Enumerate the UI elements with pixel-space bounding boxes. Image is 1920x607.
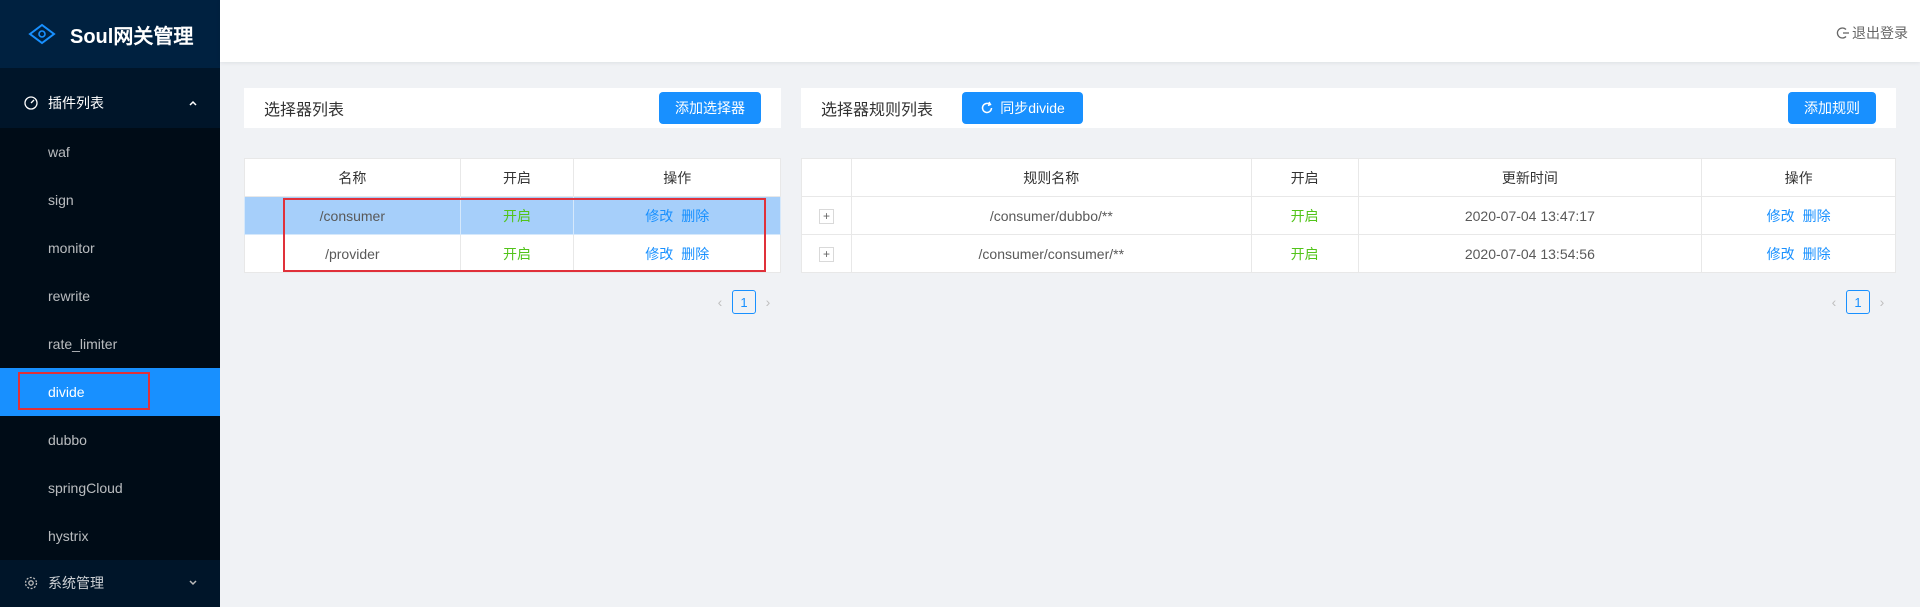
sidebar-item-label: rewrite	[48, 288, 91, 304]
page-number[interactable]: 1	[1846, 290, 1870, 314]
header: 退出登录	[220, 0, 1920, 62]
enabled-status: 开启	[1250, 234, 1359, 273]
sidebar-item-waf[interactable]: waf	[0, 128, 220, 176]
sidebar-item-label: sign	[48, 192, 74, 208]
rule-pagination: ‹ 1 ›	[1826, 290, 1890, 314]
column-header-enabled: 开启	[459, 158, 575, 197]
selector-panel-title: 选择器列表	[264, 102, 345, 119]
logout-link[interactable]: 退出登录	[1836, 23, 1908, 43]
logout-icon	[1836, 27, 1849, 39]
rule-name: /consumer/dubbo/**	[850, 196, 1252, 235]
column-header-name: 名称	[244, 158, 461, 197]
next-page-icon[interactable]: ›	[1874, 294, 1890, 310]
highlight-box	[283, 198, 766, 272]
logo-icon	[28, 23, 56, 45]
sidebar-item-label: springCloud	[48, 480, 123, 496]
sync-divide-button[interactable]: 同步divide	[962, 92, 1083, 124]
column-header-actions: 操作	[1701, 158, 1896, 197]
expand-row-icon[interactable]: +	[818, 209, 834, 224]
delete-link[interactable]: 删除	[1803, 208, 1831, 224]
table-row: + /consumer/dubbo/** 开启 2020-07-04 13:47…	[801, 196, 1896, 235]
logout-label: 退出登录	[1852, 25, 1908, 41]
column-header-updated: 更新时间	[1357, 158, 1703, 197]
prev-page-icon[interactable]: ‹	[712, 294, 728, 310]
logo: Soul网关管理	[0, 0, 220, 68]
add-selector-button[interactable]: 添加选择器	[659, 92, 761, 124]
expand-cell: +	[801, 234, 852, 273]
plugin-list-menu[interactable]: 插件列表	[0, 78, 220, 128]
add-rule-button[interactable]: 添加规则	[1788, 92, 1876, 124]
rule-table: 规则名称 开启 更新时间 操作 + /consumer/dubbo/** 开启 …	[801, 158, 1896, 273]
system-management-menu[interactable]: 系统管理	[0, 560, 220, 606]
sidebar-item-dubbo[interactable]: dubbo	[0, 416, 220, 464]
chevron-up-icon	[186, 96, 200, 110]
sync-icon	[981, 101, 993, 114]
page-number[interactable]: 1	[732, 290, 756, 314]
edit-link[interactable]: 修改	[1767, 208, 1795, 224]
selector-pagination: ‹ 1 ›	[712, 290, 776, 314]
gear-icon	[24, 576, 38, 590]
dashboard-icon	[24, 96, 38, 110]
system-management-label: 系统管理	[48, 575, 104, 591]
sidebar-item-label: rate_limiter	[48, 336, 118, 352]
next-page-icon[interactable]: ›	[760, 294, 776, 310]
expand-row-icon[interactable]: +	[818, 247, 834, 262]
edit-link[interactable]: 修改	[1767, 246, 1795, 262]
sidebar-item-label: hystrix	[48, 528, 89, 544]
expand-cell: +	[801, 196, 852, 235]
plugin-list-label: 插件列表	[48, 95, 104, 111]
sidebar-item-sign[interactable]: sign	[0, 176, 220, 224]
plugin-submenu: waf sign monitor rewrite rate_limiter di…	[0, 128, 220, 560]
sidebar-item-monitor[interactable]: monitor	[0, 224, 220, 272]
delete-link[interactable]: 删除	[1803, 246, 1831, 262]
chevron-down-icon	[186, 576, 200, 590]
enabled-status: 开启	[1250, 196, 1359, 235]
sidebar-item-rewrite[interactable]: rewrite	[0, 272, 220, 320]
actions-cell: 修改 删除	[1701, 234, 1896, 273]
sidebar-item-springcloud[interactable]: springCloud	[0, 464, 220, 512]
sidebar-item-label: monitor	[48, 240, 95, 256]
actions-cell: 修改 删除	[1701, 196, 1896, 235]
sidebar: Soul网关管理 插件列表 waf sign monitor rewrite r…	[0, 0, 220, 607]
column-header-enabled: 开启	[1250, 158, 1359, 197]
table-header-row: 规则名称 开启 更新时间 操作	[801, 158, 1896, 197]
table-row: + /consumer/consumer/** 开启 2020-07-04 13…	[801, 234, 1896, 273]
rule-panel-title: 选择器规则列表	[821, 102, 934, 119]
sidebar-item-hystrix[interactable]: hystrix	[0, 512, 220, 560]
updated-time: 2020-07-04 13:47:17	[1357, 196, 1703, 235]
column-header-expand	[801, 158, 852, 197]
updated-time: 2020-07-04 13:54:56	[1357, 234, 1703, 273]
sidebar-item-rate-limiter[interactable]: rate_limiter	[0, 320, 220, 368]
sidebar-item-label: waf	[48, 144, 70, 160]
prev-page-icon[interactable]: ‹	[1826, 294, 1842, 310]
sync-divide-label: 同步divide	[1000, 100, 1065, 116]
table-header-row: 名称 开启 操作	[244, 158, 781, 197]
column-header-actions: 操作	[573, 158, 781, 197]
sidebar-item-label: dubbo	[48, 432, 87, 448]
sidebar-item-divide[interactable]: divide	[0, 368, 220, 416]
highlight-box	[18, 372, 150, 410]
column-header-rule-name: 规则名称	[850, 158, 1252, 197]
rule-name: /consumer/consumer/**	[850, 234, 1252, 273]
app-title: Soul网关管理	[70, 25, 194, 48]
